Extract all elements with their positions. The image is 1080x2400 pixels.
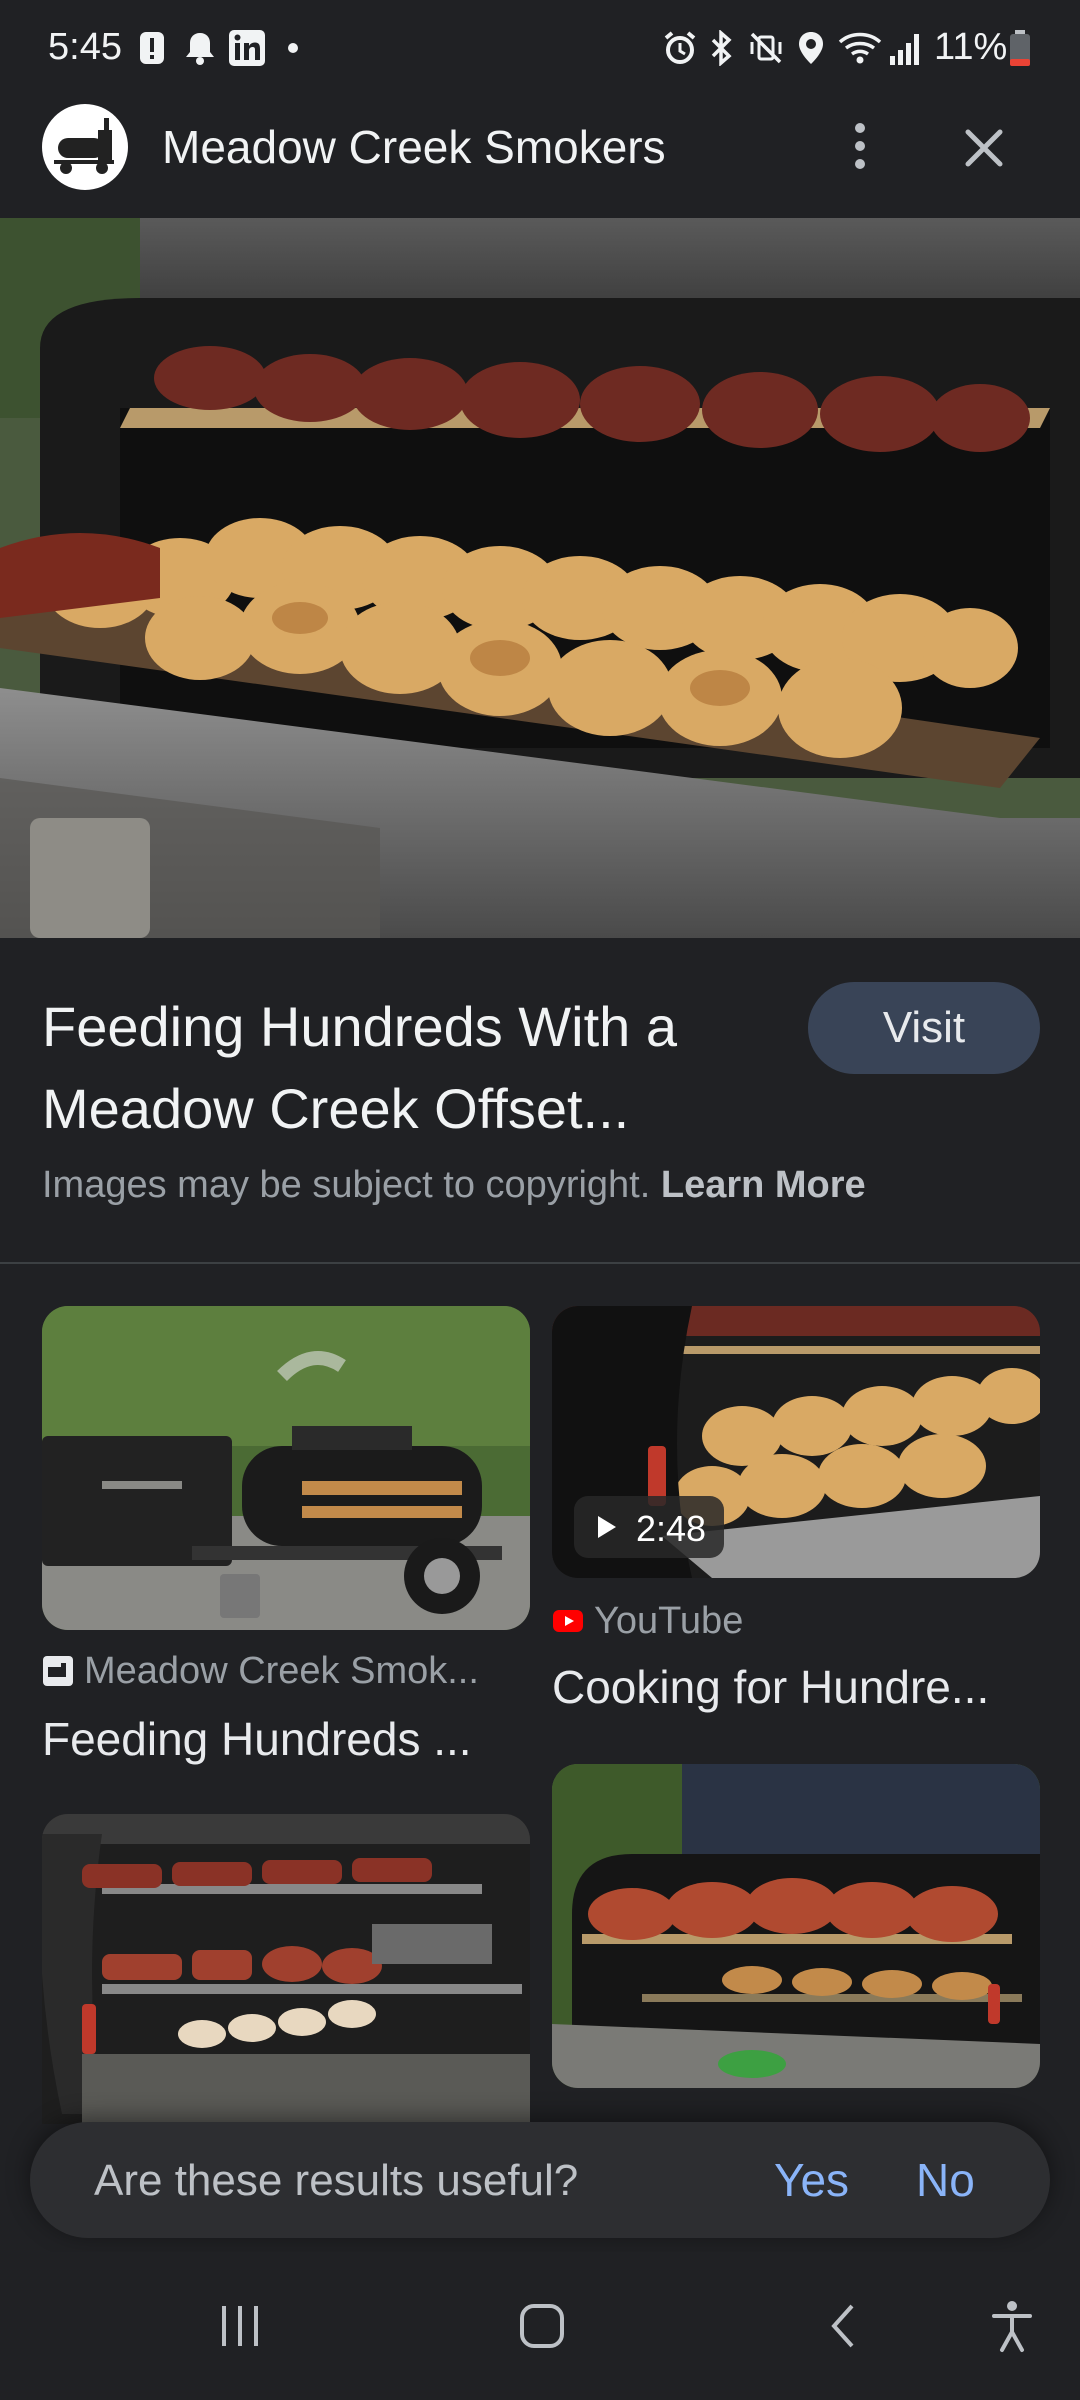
battery-percentage: 11% — [934, 26, 1008, 68]
play-icon — [598, 1516, 616, 1538]
feedback-question: Are these results useful? — [94, 2156, 579, 2205]
system-navigation-bar — [0, 2252, 1080, 2400]
youtube-icon — [553, 1610, 583, 1632]
meat-smoker-photo — [552, 1764, 1040, 2088]
status-time: 5:45 — [48, 26, 122, 68]
back-icon — [831, 2304, 854, 2348]
smoker-food-photo — [0, 218, 1080, 938]
location-icon — [799, 32, 823, 64]
wifi-icon — [838, 32, 882, 64]
related-title-1[interactable]: Feeding Hundreds ... — [42, 1712, 472, 1766]
hero-image[interactable] — [0, 218, 1080, 938]
recent-apps-button[interactable] — [200, 2296, 280, 2356]
feedback-yes-button[interactable]: Yes — [768, 2152, 855, 2208]
close-icon — [965, 129, 1003, 167]
related-image-2[interactable]: 2:48 — [552, 1306, 1040, 1578]
bluetooth-icon — [711, 30, 732, 66]
site-title: Meadow Creek Smokers — [162, 121, 666, 173]
smoker-logo-icon — [54, 118, 114, 174]
close-button[interactable] — [952, 116, 1016, 180]
signal-icon — [890, 34, 919, 65]
copyright-notice: Images may be subject to copyright. Lear… — [42, 1164, 866, 1207]
recent-apps-icon — [222, 2306, 258, 2346]
feedback-no-button[interactable]: No — [910, 2152, 981, 2208]
related-source-1-label: Meadow Creek Smok... — [84, 1650, 479, 1692]
site-favicon-icon — [43, 1656, 73, 1686]
result-title-line1: Feeding Hundreds With a — [42, 995, 678, 1058]
battery-icon — [1010, 30, 1030, 66]
viewer-header: Meadow Creek Smokers — [0, 100, 1080, 218]
feedback-bar: Are these results useful? Yes No — [30, 2122, 1050, 2238]
notification-bell-icon — [186, 33, 214, 65]
video-duration: 2:48 — [636, 1508, 707, 1549]
related-source-1: Meadow Creek Smok... — [42, 1650, 479, 1693]
divider — [0, 1262, 1080, 1264]
smoker-trailer-photo — [42, 1306, 530, 1630]
status-bar: 5:45 11% — [0, 0, 1080, 100]
related-image-1[interactable] — [42, 1306, 530, 1630]
home-icon — [520, 2304, 564, 2348]
ribs-smoker-photo — [42, 1814, 530, 2124]
copyright-text: Images may be subject to copyright. — [42, 1164, 651, 1206]
alarm-icon — [664, 31, 696, 64]
related-title-2[interactable]: Cooking for Hundre... — [552, 1660, 989, 1714]
result-title[interactable]: Feeding Hundreds With a Meadow Creek Off… — [42, 986, 782, 1150]
home-button[interactable] — [502, 2296, 582, 2356]
more-options-button[interactable] — [832, 118, 888, 174]
learn-more-link[interactable]: Learn More — [661, 1164, 866, 1206]
related-image-4[interactable] — [552, 1764, 1040, 2088]
related-image-3[interactable] — [42, 1814, 530, 2124]
linkedin-icon — [229, 30, 265, 66]
video-duration-badge: 2:48 — [574, 1496, 724, 1558]
accessibility-icon — [992, 2301, 1032, 2352]
result-title-line2: Meadow Creek Offset... — [42, 1077, 630, 1140]
site-logo[interactable] — [42, 104, 128, 190]
alert-icon — [140, 32, 164, 64]
visit-button[interactable]: Visit — [808, 982, 1040, 1074]
more-notifications-dot-icon — [288, 43, 298, 53]
more-vert-icon — [855, 123, 865, 169]
vibrate-mute-icon — [750, 32, 782, 64]
accessibility-button[interactable] — [972, 2296, 1052, 2356]
related-source-2: YouTube — [552, 1600, 743, 1643]
back-button[interactable] — [804, 2296, 884, 2356]
related-source-2-label: YouTube — [594, 1600, 744, 1642]
